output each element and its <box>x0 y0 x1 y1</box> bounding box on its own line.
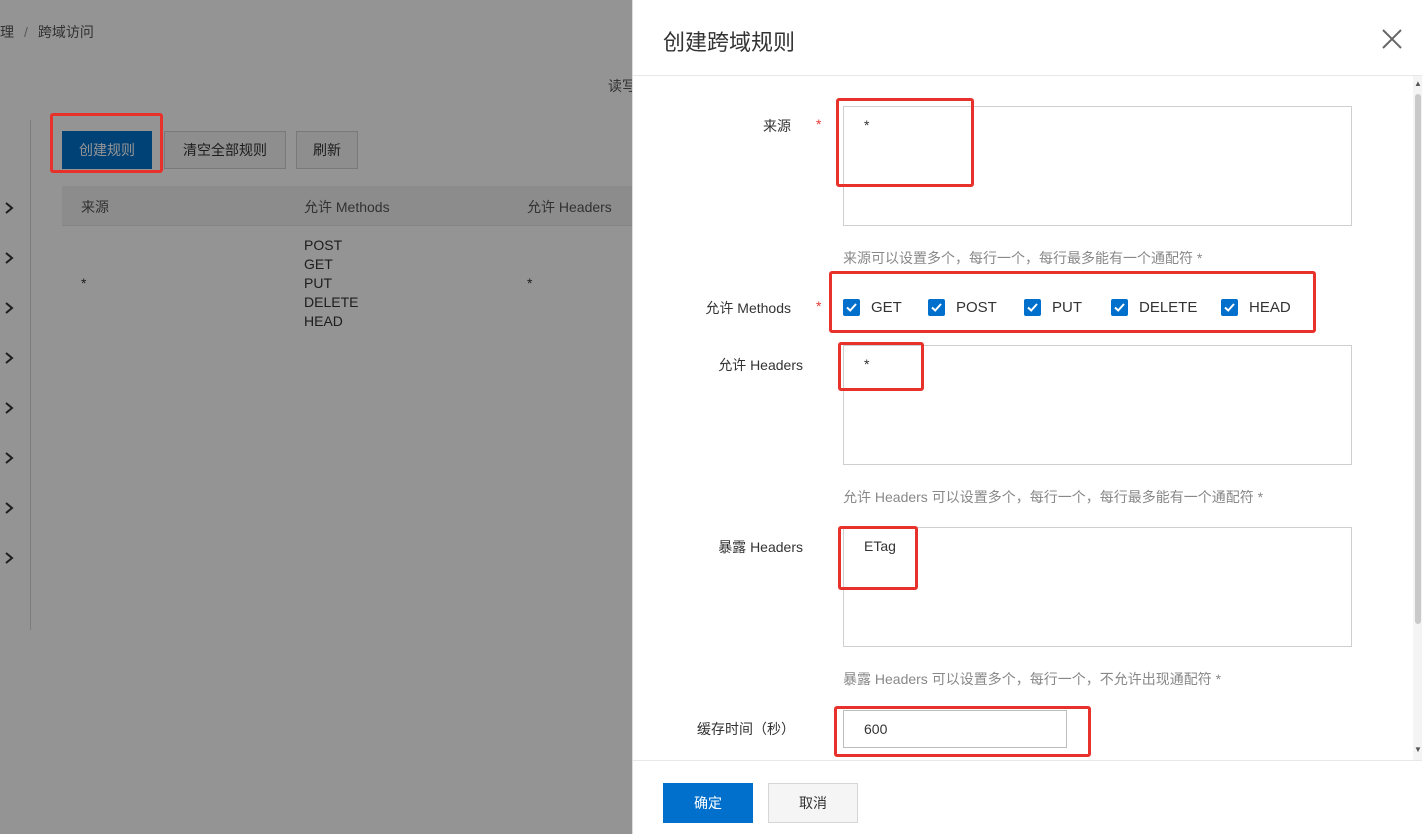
method-checkbox-post[interactable]: POST <box>928 299 997 316</box>
scrollbar[interactable]: ▲ ▼ <box>1413 76 1422 760</box>
create-cors-rule-panel: 创建跨域规则 来源 * * 来源可以设置多个，每行一个，每行最多能有一个通配符 … <box>632 0 1422 834</box>
method-checkbox-head[interactable]: HEAD <box>1221 299 1291 316</box>
checkbox-checked-icon[interactable] <box>1024 299 1041 316</box>
allow-headers-hint: 允许 Headers 可以设置多个，每行一个，每行最多能有一个通配符 * <box>843 489 1264 505</box>
cancel-button[interactable]: 取消 <box>768 783 858 823</box>
method-checkbox-get[interactable]: GET <box>843 299 902 316</box>
origin-textarea[interactable]: * <box>843 106 1352 226</box>
scrollbar-thumb[interactable] <box>1415 94 1421 624</box>
panel-header: 创建跨域规则 <box>633 0 1422 76</box>
checkbox-label: HEAD <box>1249 299 1291 316</box>
methods-label: 允许 Methods <box>705 300 791 316</box>
origin-label: 来源 <box>763 118 791 134</box>
cache-time-input[interactable]: 600 <box>843 710 1067 748</box>
method-checkbox-delete[interactable]: DELETE <box>1111 299 1197 316</box>
close-icon[interactable] <box>1381 28 1403 50</box>
checkbox-checked-icon[interactable] <box>928 299 945 316</box>
panel-title: 创建跨域规则 <box>663 30 796 55</box>
allow-headers-textarea[interactable]: * <box>843 345 1352 465</box>
expose-headers-hint: 暴露 Headers 可以设置多个，每行一个，不允许出现通配符 * <box>843 671 1222 687</box>
method-checkbox-put[interactable]: PUT <box>1024 299 1082 316</box>
checkbox-label: PUT <box>1052 299 1082 316</box>
required-marker: * <box>816 298 822 314</box>
scroll-down-icon[interactable]: ▼ <box>1414 746 1422 754</box>
checkbox-checked-icon[interactable] <box>1221 299 1238 316</box>
expose-headers-label: 暴露 Headers <box>718 539 803 555</box>
scroll-up-icon[interactable]: ▲ <box>1414 80 1422 88</box>
checkbox-label: GET <box>871 299 902 316</box>
allow-headers-label: 允许 Headers <box>718 357 803 373</box>
expose-headers-textarea[interactable]: ETag <box>843 527 1352 647</box>
cache-time-label: 缓存时间（秒） <box>697 721 795 737</box>
confirm-button[interactable]: 确定 <box>663 783 753 823</box>
checkbox-checked-icon[interactable] <box>843 299 860 316</box>
required-marker: * <box>816 116 822 132</box>
origin-hint: 来源可以设置多个，每行一个，每行最多能有一个通配符 * <box>843 250 1203 266</box>
modal-overlay[interactable] <box>0 0 632 834</box>
checkbox-label: DELETE <box>1139 299 1198 316</box>
checkbox-label: POST <box>956 299 997 316</box>
panel-footer: 确定 取消 <box>633 760 1422 834</box>
checkbox-checked-icon[interactable] <box>1111 299 1128 316</box>
